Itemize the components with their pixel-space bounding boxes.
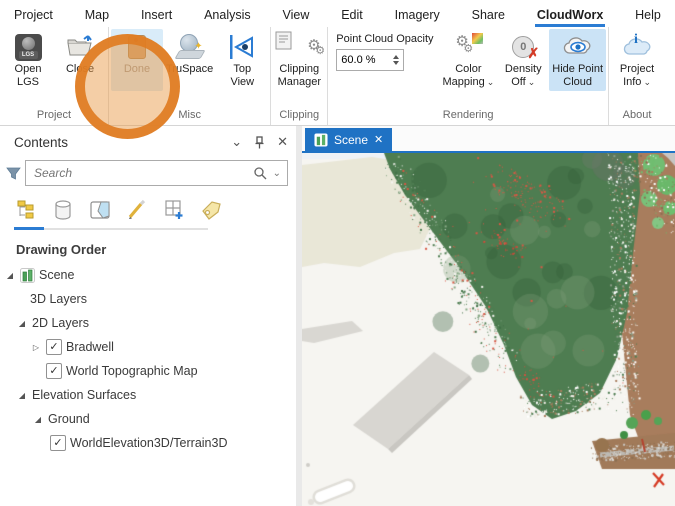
filter-icon[interactable] <box>6 166 21 181</box>
color-mapping-button[interactable]: ⚙ ⚙ Color Mapping ⌄ <box>440 29 498 91</box>
scene-viewport-canvas[interactable] <box>302 153 675 506</box>
layer-tree: ◢ Scene 3D Layers ◢ 2D Layers ▷ <box>0 263 296 455</box>
gear-icon: ⚙ <box>315 45 325 58</box>
tab-view[interactable]: View <box>280 4 311 27</box>
tree-item-scene[interactable]: ◢ Scene <box>4 263 296 287</box>
tab-map[interactable]: Map <box>83 4 111 27</box>
contents-panel: Contents ⌄ ✕ <box>0 126 296 506</box>
top-view-icon <box>228 34 256 60</box>
tab-project[interactable]: Project <box>12 4 55 27</box>
list-by-perspective-imagery-tab[interactable] <box>162 198 186 222</box>
app-window: Project Map Insert Analysis View Edit Im… <box>0 0 675 506</box>
hide-point-cloud-button[interactable]: Hide Point Cloud <box>549 29 606 91</box>
document-icon <box>275 31 293 51</box>
chevron-down-icon: ⌄ <box>643 78 651 87</box>
search-box: ⌄ <box>25 160 288 186</box>
open-lgs-icon: LGS <box>15 34 42 61</box>
view-area: Scene ✕ <box>302 126 675 506</box>
contents-view-tabs <box>0 188 296 222</box>
project-info-button[interactable]: i Project Info ⌄ <box>611 29 663 91</box>
tab-cloudworx[interactable]: CloudWorx <box>535 4 605 27</box>
group-label-clipping: Clipping <box>273 108 325 125</box>
tree-item-2d-layers[interactable]: ◢ 2D Layers <box>4 311 296 335</box>
panel-menu-chevron-icon[interactable]: ⌄ <box>231 134 242 150</box>
expand-icon[interactable]: ◢ <box>16 391 28 400</box>
group-rendering: Point Cloud Opacity ⚙ ⚙ <box>327 27 608 125</box>
list-by-editing-tab[interactable] <box>125 198 149 222</box>
top-view-button[interactable]: Top View <box>216 29 268 91</box>
layer-checkbox[interactable]: ✓ <box>46 363 62 379</box>
ribbon: Project Map Insert Analysis View Edit Im… <box>0 0 675 126</box>
density-off-icon: 0 ✗ <box>512 36 534 58</box>
layer-checkbox[interactable]: ✓ <box>46 339 62 355</box>
search-icon[interactable] <box>253 166 267 180</box>
expand-icon[interactable]: ◢ <box>16 319 28 328</box>
tab-insert[interactable]: Insert <box>139 4 174 27</box>
scene-icon <box>20 268 35 283</box>
close-scene-tab-icon[interactable]: ✕ <box>374 133 383 146</box>
open-lgs-button[interactable]: LGS Open LGS <box>2 29 54 91</box>
group-clipping: ⚙ ⚙ Clipping Manager Clipping <box>270 27 327 125</box>
list-by-labeling-tab[interactable] <box>199 198 223 222</box>
tab-edit[interactable]: Edit <box>339 4 365 27</box>
ribbon-tab-bar: Project Map Insert Analysis View Edit Im… <box>0 0 675 27</box>
collapsed-expand-icon[interactable]: ▷ <box>30 343 42 352</box>
panel-close-icon[interactable]: ✕ <box>277 134 288 150</box>
list-by-data-source-tab[interactable] <box>51 198 75 222</box>
expand-icon[interactable]: ◢ <box>32 415 44 424</box>
group-about: i Project Info ⌄ About <box>608 27 665 125</box>
view-tab-bar: Scene ✕ <box>302 126 675 153</box>
chevron-down-icon: ⌄ <box>528 78 536 87</box>
truspace-icon: ✦ <box>177 34 203 60</box>
opacity-spinner <box>336 49 404 71</box>
tab-imagery[interactable]: Imagery <box>393 4 442 27</box>
tree-item-3d-layers[interactable]: 3D Layers <box>4 287 296 311</box>
layer-checkbox[interactable]: ✓ <box>50 435 66 451</box>
spinner-up-icon[interactable] <box>393 55 399 59</box>
expand-icon[interactable]: ◢ <box>4 271 16 280</box>
tree-item-world-topographic-map[interactable]: ✓ World Topographic Map <box>4 359 296 383</box>
tab-share[interactable]: Share <box>470 4 507 27</box>
hide-point-cloud-icon <box>563 35 593 59</box>
tab-help[interactable]: Help <box>633 4 663 27</box>
tree-item-elevation-surfaces[interactable]: ◢ Elevation Surfaces <box>4 383 296 407</box>
opacity-input[interactable] <box>337 54 389 66</box>
spinner-down-icon[interactable] <box>393 61 399 65</box>
tree-item-bradwell[interactable]: ▷ ✓ Bradwell <box>4 335 296 359</box>
group-label-rendering: Rendering <box>330 108 606 125</box>
scene-view-tab[interactable]: Scene ✕ <box>305 128 392 151</box>
color-gradient-icon <box>472 33 483 44</box>
tab-underline <box>14 228 208 230</box>
tab-analysis[interactable]: Analysis <box>202 4 253 27</box>
search-chevron-icon[interactable]: ⌄ <box>273 168 281 179</box>
tree-item-ground[interactable]: ◢ Ground <box>4 407 296 431</box>
list-by-drawing-order-tab[interactable] <box>14 198 38 222</box>
chevron-down-icon: ⌄ <box>487 78 495 87</box>
point-cloud-opacity-label: Point Cloud Opacity <box>336 33 433 45</box>
scene-tab-icon <box>314 133 328 147</box>
tree-item-world-elevation[interactable]: ✓ WorldElevation3D/Terrain3D <box>4 431 296 455</box>
drawing-order-heading: Drawing Order <box>0 230 296 263</box>
gear-icon: ⚙ <box>463 43 473 56</box>
group-label-about: About <box>611 108 663 125</box>
density-off-button[interactable]: 0 ✗ Density Off ⌄ <box>497 29 549 91</box>
clipping-manager-button[interactable]: ⚙ ⚙ Clipping Manager <box>273 29 325 91</box>
list-by-snapshot-tab[interactable] <box>88 198 112 222</box>
click-annotation-circle <box>75 34 180 139</box>
pin-icon[interactable] <box>254 136 265 149</box>
search-input[interactable] <box>32 165 253 181</box>
